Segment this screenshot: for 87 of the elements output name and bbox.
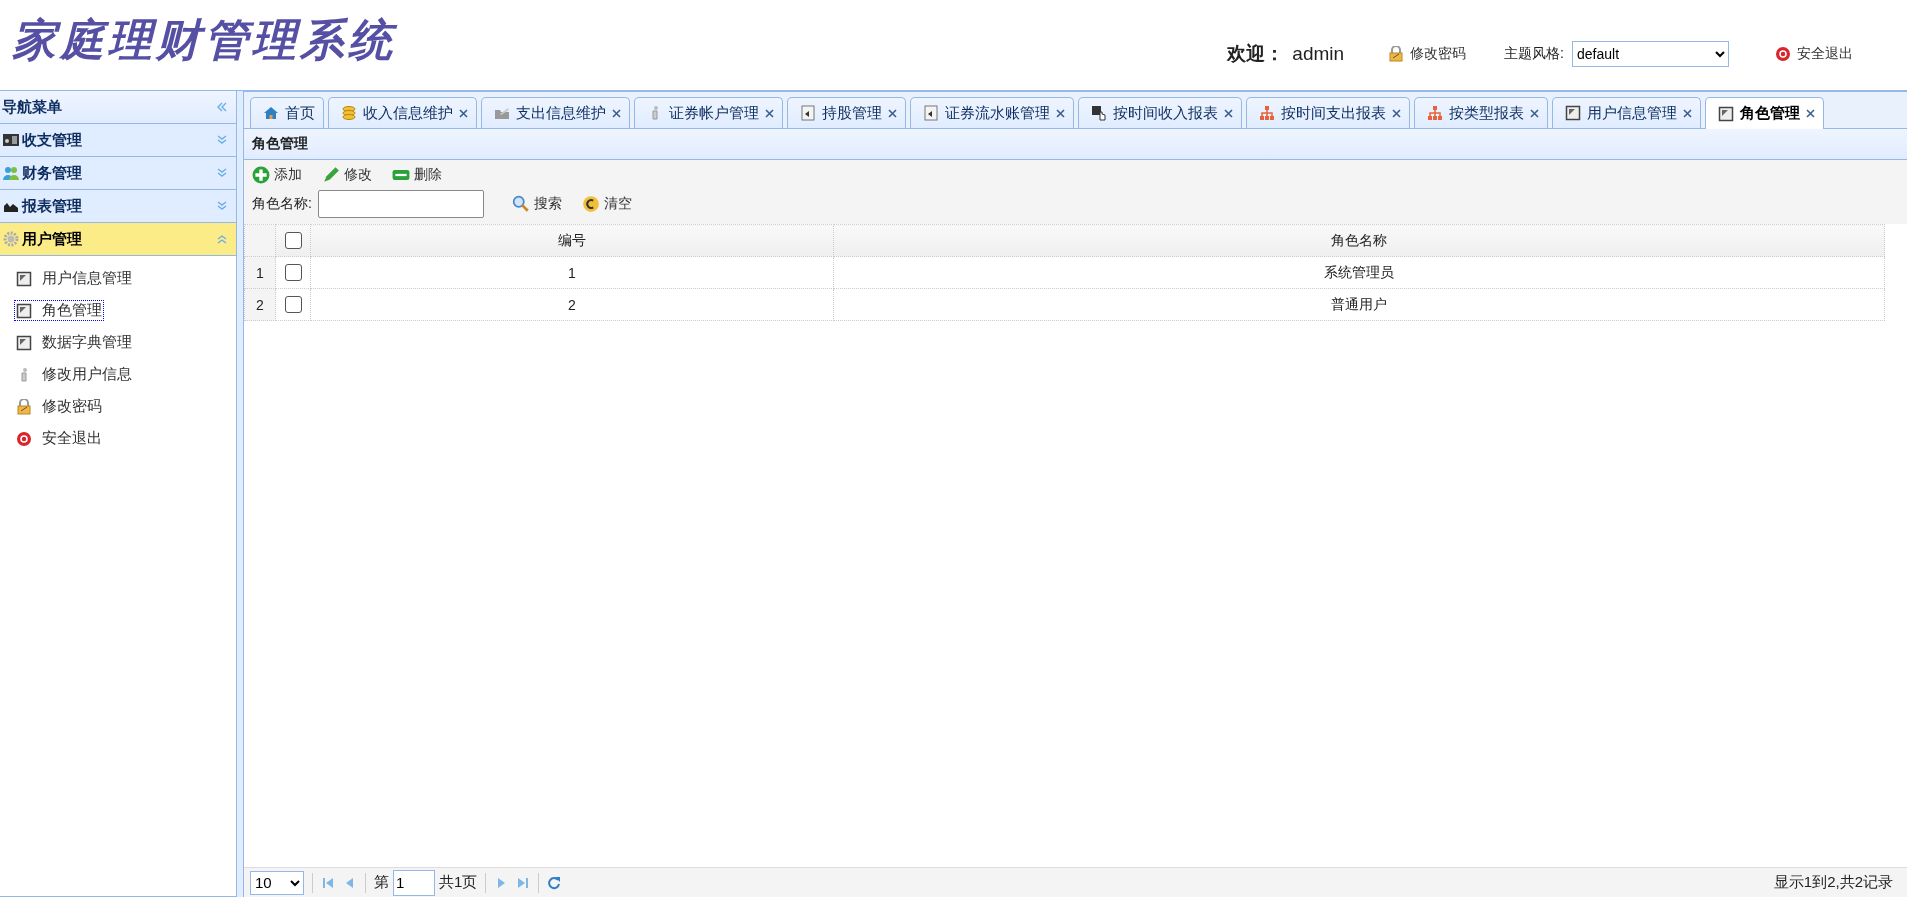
clear-button[interactable]: 清空 <box>581 195 632 213</box>
row-checkbox[interactable] <box>284 264 302 282</box>
document-icon <box>923 105 939 121</box>
page-prefix: 第 <box>374 873 389 892</box>
menu-item[interactable]: 用户信息管理 <box>14 268 134 289</box>
select-all-checkbox[interactable] <box>284 232 302 250</box>
toolbar-button[interactable]: 删除 <box>392 166 442 184</box>
book-icon <box>16 334 32 351</box>
panel-title: 角色管理 <box>244 129 1907 160</box>
accordion-header[interactable]: 收支管理 <box>0 124 236 157</box>
theme-label: 主题风格: <box>1504 45 1564 63</box>
tab[interactable]: 角色管理 <box>1705 97 1824 129</box>
tab[interactable]: 按类型报表 <box>1414 97 1548 128</box>
power-icon <box>16 430 32 447</box>
tab[interactable]: 按时间支出报表 <box>1246 97 1410 128</box>
page-total: 共1页 <box>439 873 478 892</box>
app-logo-title: 家庭理财管理系统 <box>12 12 396 67</box>
close-icon[interactable] <box>612 108 621 118</box>
table-cell: 普通用户 <box>833 288 1885 321</box>
toolbar-button[interactable]: 修改 <box>322 166 372 184</box>
role-name-field[interactable] <box>317 190 484 218</box>
hand-cursor-icon <box>1091 105 1107 121</box>
menu-item[interactable]: 角色管理 <box>14 300 104 321</box>
book-icon <box>16 302 32 319</box>
nav-menu-title: 导航菜单 <box>2 97 62 117</box>
tab[interactable]: 支出信息维护 <box>481 97 630 128</box>
search-icon <box>511 195 530 213</box>
lock-icon <box>1388 46 1405 62</box>
close-icon[interactable] <box>1530 108 1539 118</box>
folder-icon <box>494 105 510 121</box>
document-icon <box>800 105 816 121</box>
org-chart-icon <box>1259 105 1275 121</box>
column-header[interactable]: 编号 <box>310 224 834 257</box>
tab[interactable]: 用户信息管理 <box>1552 97 1701 128</box>
lock-icon <box>16 398 32 415</box>
welcome-label: 欢迎： <box>1227 42 1285 66</box>
power-icon <box>1775 46 1791 62</box>
search-label: 角色名称: <box>252 195 312 213</box>
close-icon[interactable] <box>1683 108 1692 118</box>
theme-select[interactable]: default <box>1572 41 1729 67</box>
tab[interactable]: 证券帐户管理 <box>634 97 783 128</box>
logout-link[interactable]: 安全退出 <box>1775 45 1853 63</box>
close-icon[interactable] <box>1806 109 1815 118</box>
close-icon[interactable] <box>888 108 897 118</box>
close-icon[interactable] <box>459 108 468 118</box>
tab[interactable]: 首页 <box>250 97 324 128</box>
tab[interactable]: 按时间收入报表 <box>1078 97 1242 128</box>
close-icon[interactable] <box>1224 108 1233 118</box>
search-button[interactable]: 搜索 <box>511 195 562 213</box>
menu-item[interactable]: 修改用户信息 <box>14 364 134 385</box>
table-cell: 2 <box>310 288 834 321</box>
gear-icon <box>2 231 20 247</box>
house-icon <box>263 105 279 121</box>
row-number: 1 <box>244 256 276 289</box>
accordion-header[interactable]: 财务管理 <box>0 157 236 190</box>
change-password-link[interactable]: 修改密码 <box>1388 45 1467 63</box>
table-cell: 系统管理员 <box>833 256 1885 289</box>
close-icon[interactable] <box>765 108 774 118</box>
book-icon <box>16 270 32 287</box>
menu-item[interactable]: 数据字典管理 <box>14 332 134 353</box>
pager-summary: 显示1到2,共2记录 <box>1773 873 1893 892</box>
pencil-icon <box>322 166 340 184</box>
toolbar-button[interactable]: 添加 <box>252 166 302 184</box>
book-icon <box>1718 105 1734 122</box>
plus-icon <box>252 166 270 184</box>
close-icon[interactable] <box>1392 108 1401 118</box>
tab[interactable]: 证券流水账管理 <box>910 97 1074 128</box>
accordion-header[interactable]: 报表管理 <box>0 190 236 223</box>
page-size-select[interactable]: 10 <box>250 870 304 895</box>
menu-item[interactable]: 修改密码 <box>14 396 104 417</box>
column-header[interactable]: 角色名称 <box>833 224 1885 257</box>
tab[interactable]: 收入信息维护 <box>328 97 477 128</box>
table-cell: 1 <box>310 256 834 289</box>
users-icon <box>2 165 20 181</box>
book-icon <box>1565 105 1581 121</box>
tab[interactable]: 持股管理 <box>787 97 906 128</box>
accordion-header[interactable]: 用户管理 <box>0 223 236 256</box>
org-chart-icon <box>1427 105 1443 121</box>
username: admin <box>1292 43 1345 65</box>
close-icon[interactable] <box>1056 108 1065 118</box>
coins-icon <box>341 105 357 121</box>
menu-item[interactable]: 安全退出 <box>14 428 104 449</box>
row-number: 2 <box>244 288 276 321</box>
page-field[interactable]: 1 <box>393 869 435 896</box>
refresh-icon[interactable] <box>547 875 562 890</box>
safe-icon <box>2 132 20 148</box>
row-checkbox[interactable] <box>284 296 302 314</box>
